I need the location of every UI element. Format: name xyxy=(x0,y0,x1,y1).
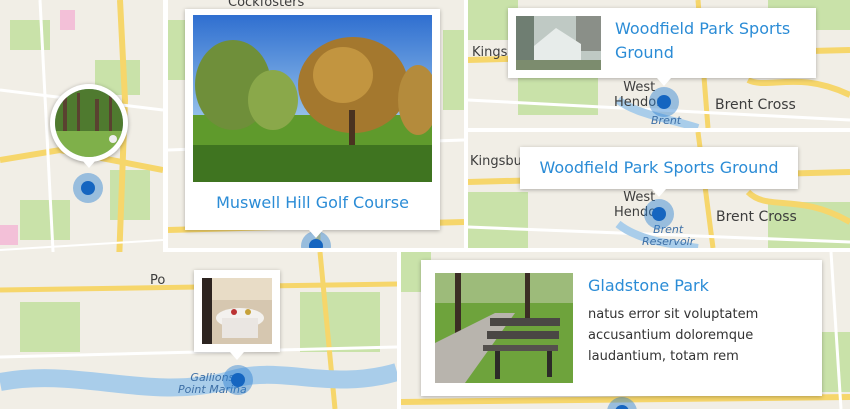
map-panel-gallions[interactable]: Po Gallions Point Marina xyxy=(0,252,397,409)
map-panel-woodfield-mid[interactable]: Kingsbu West Hendon Brent Cross Brent Re… xyxy=(468,132,850,248)
map-label-brent-reservoir: Brent Reservoir xyxy=(642,223,695,248)
map-marker-pin[interactable] xyxy=(73,173,103,203)
card-tail xyxy=(230,352,244,360)
park-thumbnail-image xyxy=(55,89,123,157)
place-card-muswell-hill[interactable]: Muswell Hill Golf Course xyxy=(185,9,440,230)
map-panel-woodfield-top[interactable]: Kingsb West Hendon Brent Cross Brent Woo… xyxy=(468,0,850,128)
restaurant-photo xyxy=(202,278,272,344)
golf-course-photo xyxy=(193,15,432,182)
map-panel-gladstone[interactable]: Gladstone Park natus error sit voluptate… xyxy=(401,252,850,409)
place-card-gladstone-park[interactable]: Gladstone Park natus error sit voluptate… xyxy=(421,260,822,396)
place-title-muswell-hill[interactable]: Muswell Hill Golf Course xyxy=(185,191,440,215)
place-title-woodfield-mid[interactable]: Woodfield Park Sports Ground xyxy=(520,156,798,180)
place-description-gladstone-park: natus error sit voluptatem accusantium d… xyxy=(588,307,759,364)
sports-ground-photo xyxy=(516,16,601,70)
map-marker-pin[interactable] xyxy=(649,87,679,117)
card-tail xyxy=(309,230,323,238)
place-title-gladstone-park[interactable]: Gladstone Park xyxy=(588,274,709,298)
map-marker-pin[interactable] xyxy=(223,365,253,395)
round-marker-tail xyxy=(82,160,96,168)
place-card-gallions[interactable] xyxy=(194,270,280,352)
map-panel-left[interactable] xyxy=(0,0,163,290)
place-card-woodfield-top[interactable]: Woodfield Park Sports Ground xyxy=(508,8,816,78)
map-label-brent-cross: Brent Cross xyxy=(715,97,796,113)
map-marker-pin[interactable] xyxy=(644,199,674,229)
card-tail xyxy=(657,78,671,86)
card-tail xyxy=(652,189,666,197)
map-label-po: Po xyxy=(150,273,166,288)
map-panel-muswell[interactable]: Cockfosters Muswell Hill Golf Course xyxy=(168,0,464,248)
round-photo-marker[interactable] xyxy=(50,84,128,162)
park-bench-photo xyxy=(435,273,573,383)
map-label-brent-cross: Brent Cross xyxy=(716,209,797,225)
map-label-kingsbury: Kingsbu xyxy=(470,154,522,169)
place-card-woodfield-mid[interactable]: Woodfield Park Sports Ground xyxy=(520,147,798,189)
place-title-woodfield-top[interactable]: Woodfield Park Sports Ground xyxy=(615,17,815,65)
